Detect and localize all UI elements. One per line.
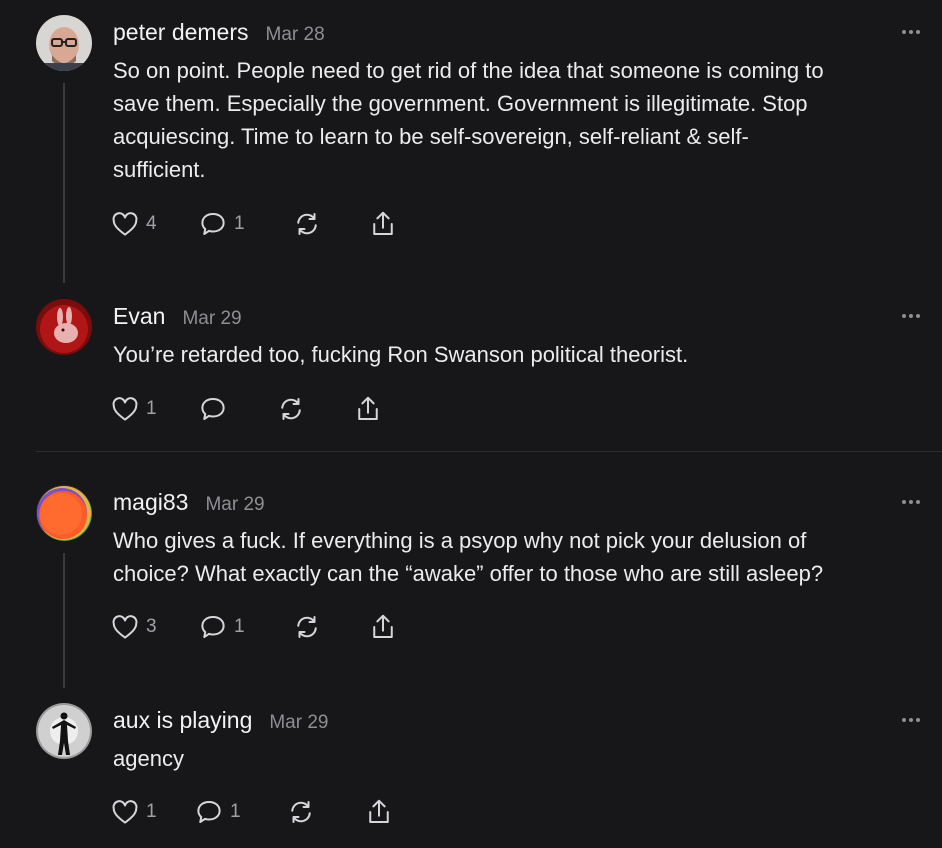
share-button[interactable]	[353, 392, 383, 426]
colorful-circle-avatar	[36, 485, 92, 541]
more-dots-icon[interactable]	[902, 30, 920, 34]
like-count: 1	[146, 801, 157, 822]
heart-icon	[112, 212, 138, 236]
comment-date[interactable]: Mar 29	[182, 308, 241, 330]
share-icon	[358, 396, 378, 420]
comment-line: save them. Especially the government. Go…	[113, 91, 808, 116]
restack-icon	[281, 398, 301, 420]
reply-button[interactable]	[198, 392, 228, 426]
share-button[interactable]	[368, 610, 398, 644]
share-icon	[373, 211, 393, 235]
restack-button[interactable]	[276, 392, 306, 426]
avatar[interactable]	[36, 15, 92, 71]
restack-icon	[291, 801, 311, 823]
thread-line	[63, 553, 65, 688]
avatar[interactable]	[36, 703, 92, 759]
like-button[interactable]: 4	[110, 207, 157, 241]
more-dots-icon[interactable]	[902, 314, 920, 318]
speech-bubble-icon	[201, 616, 225, 638]
author-name[interactable]: magi83	[113, 489, 188, 516]
speech-bubble-icon	[201, 398, 225, 420]
reply-button[interactable]: 1	[194, 795, 241, 829]
reply-count: 1	[234, 213, 245, 234]
share-button[interactable]	[364, 795, 394, 829]
restack-button[interactable]	[286, 795, 316, 829]
restack-icon	[297, 616, 317, 638]
thread-divider	[36, 451, 942, 452]
author-name[interactable]: Evan	[113, 303, 165, 330]
like-count: 3	[146, 616, 157, 637]
speech-bubble-icon	[197, 801, 221, 823]
avatar[interactable]	[36, 485, 92, 541]
reply-count: 1	[234, 616, 245, 637]
heart-icon	[112, 397, 138, 421]
like-count: 4	[146, 213, 157, 234]
share-button[interactable]	[368, 207, 398, 241]
comment-line: Who gives a fuck. If everything is a psy…	[113, 528, 807, 553]
like-button[interactable]: 3	[110, 610, 157, 644]
author-name[interactable]: peter demers	[113, 19, 249, 46]
restack-button[interactable]	[292, 207, 322, 241]
avatar[interactable]	[36, 299, 92, 355]
comment-body: You’re retarded too, fucking Ron Swanson…	[113, 338, 923, 371]
comment-date[interactable]: Mar 29	[269, 712, 328, 734]
share-icon	[373, 614, 393, 638]
share-icon	[369, 799, 389, 823]
comment-line: sufficient.	[113, 157, 206, 182]
reply-button[interactable]: 1	[198, 610, 245, 644]
silhouette-figure-avatar	[36, 703, 92, 759]
comment-line: choice? What exactly can the “awake” off…	[113, 561, 824, 586]
heart-icon	[112, 615, 138, 639]
more-dots-icon[interactable]	[902, 718, 920, 722]
thread-line	[63, 83, 65, 283]
red-rabbit-avatar	[36, 299, 92, 355]
speech-bubble-icon	[201, 213, 225, 235]
comment-date[interactable]: Mar 28	[266, 24, 325, 46]
comment-body: agency	[113, 742, 923, 775]
reply-count: 1	[230, 801, 241, 822]
comment-line: You’re retarded too, fucking Ron Swanson…	[113, 342, 689, 367]
comment-line: So on point. People need to get rid of t…	[113, 58, 824, 83]
restack-button[interactable]	[292, 610, 322, 644]
comment-line: agency	[113, 746, 184, 771]
more-dots-icon[interactable]	[902, 500, 920, 504]
comment-date[interactable]: Mar 29	[205, 494, 264, 516]
like-button[interactable]: 1	[110, 392, 157, 426]
comment-body: Who gives a fuck. If everything is a psy…	[113, 524, 923, 590]
bald-man-glasses-avatar	[36, 15, 92, 71]
restack-icon	[297, 213, 317, 235]
like-count: 1	[146, 398, 157, 419]
comment-line: acquiescing. Time to learn to be self-so…	[113, 124, 749, 149]
like-button[interactable]: 1	[110, 795, 157, 829]
reply-button[interactable]: 1	[198, 207, 245, 241]
author-name[interactable]: aux is playing	[113, 707, 252, 734]
heart-icon	[112, 800, 138, 824]
comment-body: So on point. People need to get rid of t…	[113, 54, 923, 186]
